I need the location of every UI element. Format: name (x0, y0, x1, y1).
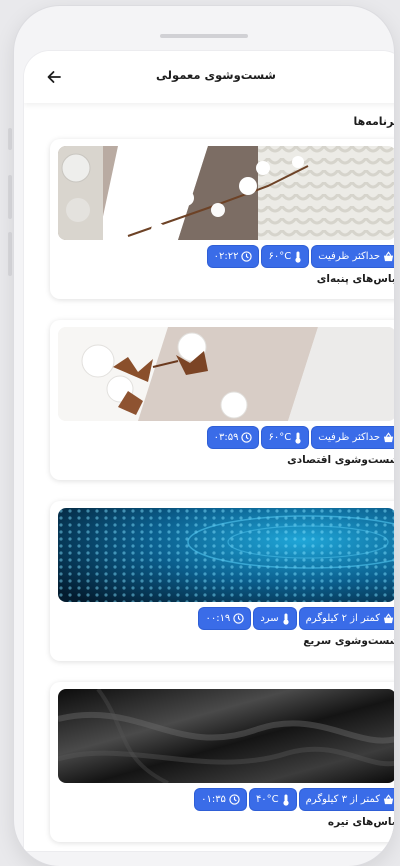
thermometer-icon (295, 432, 301, 444)
section-title: برنامه‌ها (353, 115, 394, 128)
basket-icon (383, 794, 394, 805)
clock-icon (241, 251, 253, 262)
program-card-economy[interactable]: حداکثر ظرفیت ۶۰°C ۰۳:۵۹ شست‌وشوی اقتصادی (50, 320, 394, 480)
program-card-cotton[interactable]: حداکثر ظرفیت ۶۰°C ۰۲:۲۲ لباس‌های پنبه‌ای (50, 139, 394, 299)
phone-frame: شست‌وشوی معمولی برنامه‌ها (14, 6, 394, 866)
duration-chip: ۰۲:۲۲ (207, 246, 259, 267)
program-chips: کمتر از ۲ کیلوگرم سرد ۰۰:۱۹ (199, 608, 394, 629)
phone-side-button (8, 232, 12, 276)
capacity-chip: حداکثر ظرفیت (312, 246, 394, 267)
capacity-label: حداکثر ظرفیت (318, 432, 380, 443)
temperature-chip: ۴۰°C (249, 789, 296, 810)
phone-speaker (160, 34, 248, 38)
duration-chip: ۰۱:۳۵ (195, 789, 246, 810)
temperature-label: ۶۰°C (268, 432, 292, 443)
basket-icon (383, 432, 394, 443)
capacity-chip: کمتر از ۲ کیلوگرم (299, 608, 394, 629)
program-card-quick[interactable]: کمتر از ۲ کیلوگرم سرد ۰۰:۱۹ شست‌وشوی سری… (50, 501, 394, 661)
duration-label: ۰۰:۱۹ (205, 613, 231, 624)
duration-label: ۰۱:۳۵ (201, 794, 226, 805)
app-screen: شست‌وشوی معمولی برنامه‌ها (24, 51, 394, 851)
capacity-chip: حداکثر ظرفیت (312, 427, 394, 448)
program-card-dark[interactable]: کمتر از ۳ کیلوگرم ۴۰°C ۰۱:۳۵ لباس‌های تی… (50, 682, 394, 842)
program-title: لباس‌های تیره (327, 816, 394, 828)
program-image-economy (58, 327, 394, 421)
temperature-chip: ۶۰°C (262, 246, 309, 267)
capacity-label: حداکثر ظرفیت (318, 251, 380, 262)
thermometer-icon (295, 251, 301, 263)
basket-icon (383, 613, 394, 624)
phone-side-button (8, 128, 12, 150)
program-image-quick (58, 508, 394, 602)
clock-icon (241, 432, 253, 443)
program-image-cotton (58, 146, 394, 240)
program-title: شست‌وشوی سریع (303, 635, 394, 647)
clock-icon (233, 613, 244, 624)
program-title: لباس‌های پنبه‌ای (316, 273, 394, 285)
thermometer-icon (283, 794, 289, 806)
duration-label: ۰۳:۵۹ (213, 432, 239, 443)
capacity-label: کمتر از ۳ کیلوگرم (305, 794, 380, 805)
program-chips: حداکثر ظرفیت ۶۰°C ۰۳:۵۹ (207, 427, 394, 448)
temperature-chip: ۶۰°C (262, 427, 309, 448)
page-title: شست‌وشوی معمولی (156, 68, 276, 82)
temperature-label: ۶۰°C (268, 251, 292, 262)
temperature-chip: سرد (254, 608, 296, 629)
clock-icon (229, 794, 240, 805)
basket-icon (383, 251, 394, 262)
program-title: شست‌وشوی اقتصادی (287, 454, 394, 466)
capacity-label: کمتر از ۲ کیلوگرم (305, 613, 380, 624)
duration-chip: ۰۰:۱۹ (199, 608, 251, 629)
program-chips: کمتر از ۳ کیلوگرم ۴۰°C ۰۱:۳۵ (195, 789, 394, 810)
program-chips: حداکثر ظرفیت ۶۰°C ۰۲:۲۲ (207, 246, 394, 267)
temperature-label: ۴۰°C (255, 794, 279, 805)
app-bar: شست‌وشوی معمولی (24, 51, 394, 103)
duration-chip: ۰۳:۵۹ (207, 427, 259, 448)
program-image-dark (58, 689, 394, 783)
thermometer-icon (283, 613, 289, 625)
temperature-label: سرد (260, 613, 279, 624)
duration-label: ۰۲:۲۲ (213, 251, 239, 262)
phone-side-button (8, 175, 12, 219)
capacity-chip: کمتر از ۳ کیلوگرم (299, 789, 394, 810)
